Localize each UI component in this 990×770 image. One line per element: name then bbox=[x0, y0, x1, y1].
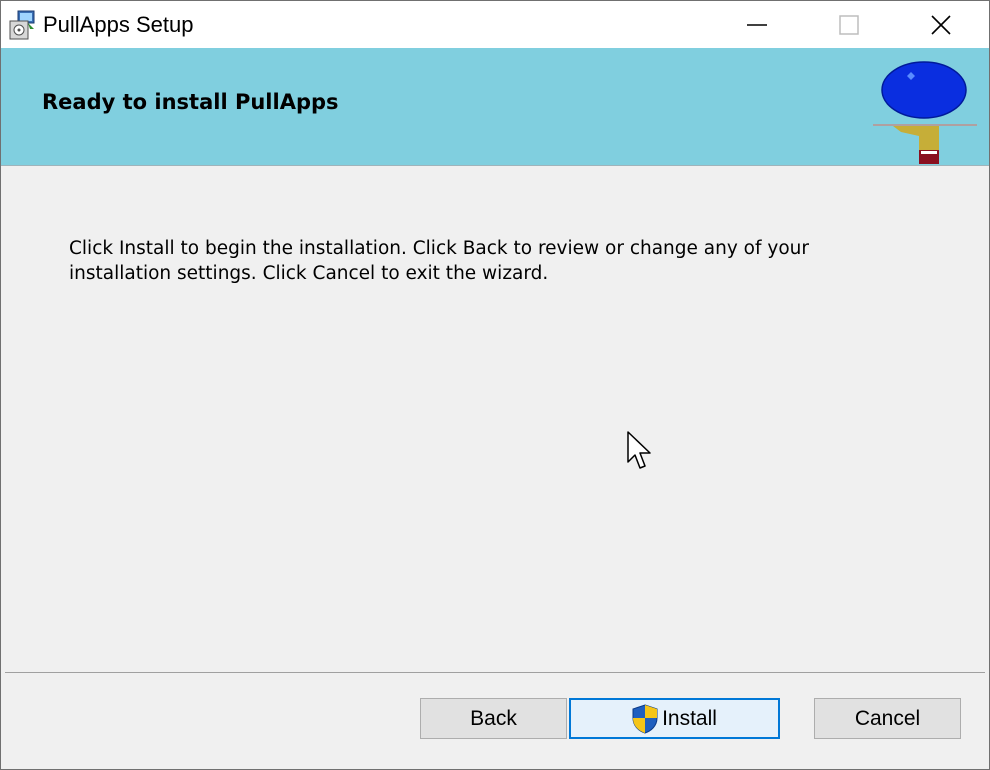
back-button[interactable]: Back bbox=[420, 698, 567, 739]
pullapps-logo-icon bbox=[873, 61, 977, 164]
footer-divider bbox=[5, 672, 985, 673]
maximize-icon bbox=[839, 14, 859, 35]
title-bar[interactable]: PullApps Setup bbox=[1, 1, 989, 48]
wizard-header: Ready to install PullApps bbox=[1, 48, 989, 166]
install-button[interactable]: Install bbox=[569, 698, 780, 739]
back-button-label: Back bbox=[470, 706, 517, 730]
instruction-line-1: Click Install to begin the installation.… bbox=[69, 238, 809, 259]
instruction-text: Click Install to begin the installation.… bbox=[69, 236, 869, 286]
page-title: Ready to install PullApps bbox=[42, 90, 339, 114]
instruction-line-2: installation settings. Click Cancel to e… bbox=[69, 263, 549, 284]
installer-icon bbox=[9, 10, 35, 40]
cancel-button-label: Cancel bbox=[854, 706, 921, 730]
minimize-button[interactable] bbox=[711, 1, 803, 48]
close-icon bbox=[931, 14, 951, 35]
close-button[interactable] bbox=[895, 1, 987, 48]
window-title: PullApps Setup bbox=[43, 12, 194, 37]
uac-shield-icon bbox=[632, 703, 658, 734]
setup-window: PullApps Setup Ready to install PullApps… bbox=[0, 0, 990, 770]
minimize-icon bbox=[747, 23, 767, 26]
mouse-pointer-icon bbox=[627, 431, 651, 469]
maximize-button bbox=[803, 1, 895, 48]
install-button-label: Install bbox=[662, 706, 717, 730]
cancel-button[interactable]: Cancel bbox=[814, 698, 961, 739]
